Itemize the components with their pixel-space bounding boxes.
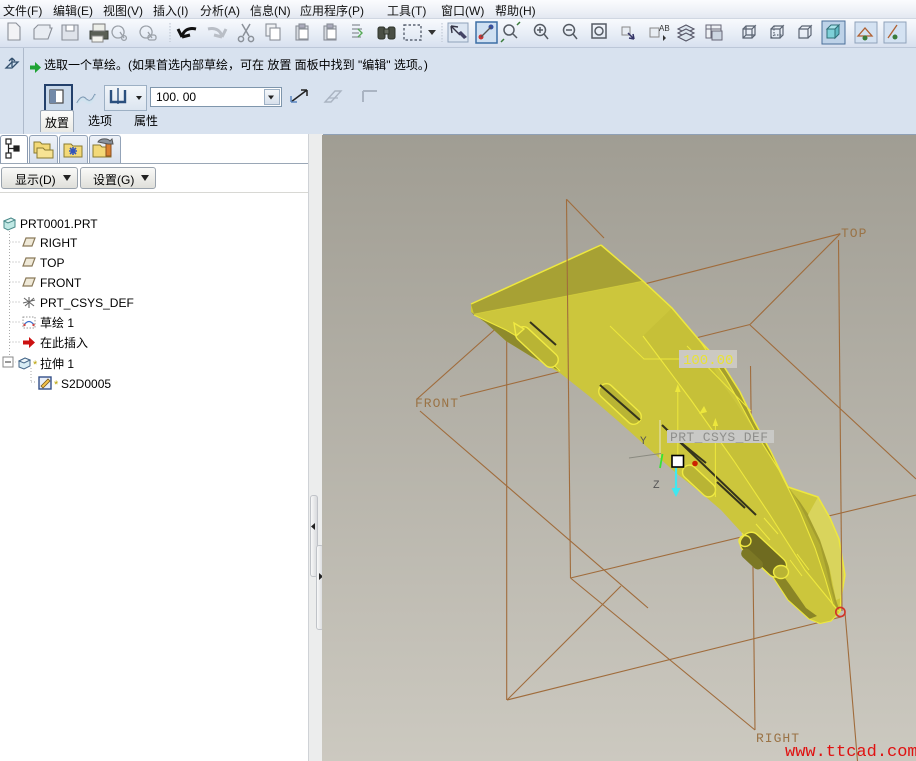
svg-text:100.00: 100.00 bbox=[683, 353, 733, 369]
svg-text:在此插入: 在此插入 bbox=[40, 336, 88, 350]
svg-text:AB: AB bbox=[659, 24, 670, 33]
svg-text:TOP: TOP bbox=[841, 226, 867, 241]
svg-text:拉伸 1: 拉伸 1 bbox=[40, 356, 74, 371]
svg-text:S2D0005: S2D0005 bbox=[61, 377, 111, 391]
svg-text:PRT_CSYS_DEF: PRT_CSYS_DEF bbox=[670, 430, 768, 445]
svg-text:草绘 1: 草绘 1 bbox=[40, 315, 74, 330]
svg-text:PRT_CSYS_DEF: PRT_CSYS_DEF bbox=[40, 296, 134, 310]
svg-text:FRONT: FRONT bbox=[415, 396, 459, 411]
svg-text:FRONT: FRONT bbox=[40, 276, 82, 290]
svg-text:PRT0001.PRT: PRT0001.PRT bbox=[20, 217, 98, 231]
svg-text:*: * bbox=[54, 379, 59, 391]
svg-text:Y: Y bbox=[640, 436, 647, 448]
svg-text:www.ttcad.com: www.ttcad.com bbox=[785, 743, 916, 761]
svg-text:RIGHT: RIGHT bbox=[40, 236, 78, 250]
svg-text:Z: Z bbox=[653, 480, 660, 492]
svg-text:*: * bbox=[33, 359, 38, 371]
svg-text:TOP: TOP bbox=[40, 256, 64, 270]
